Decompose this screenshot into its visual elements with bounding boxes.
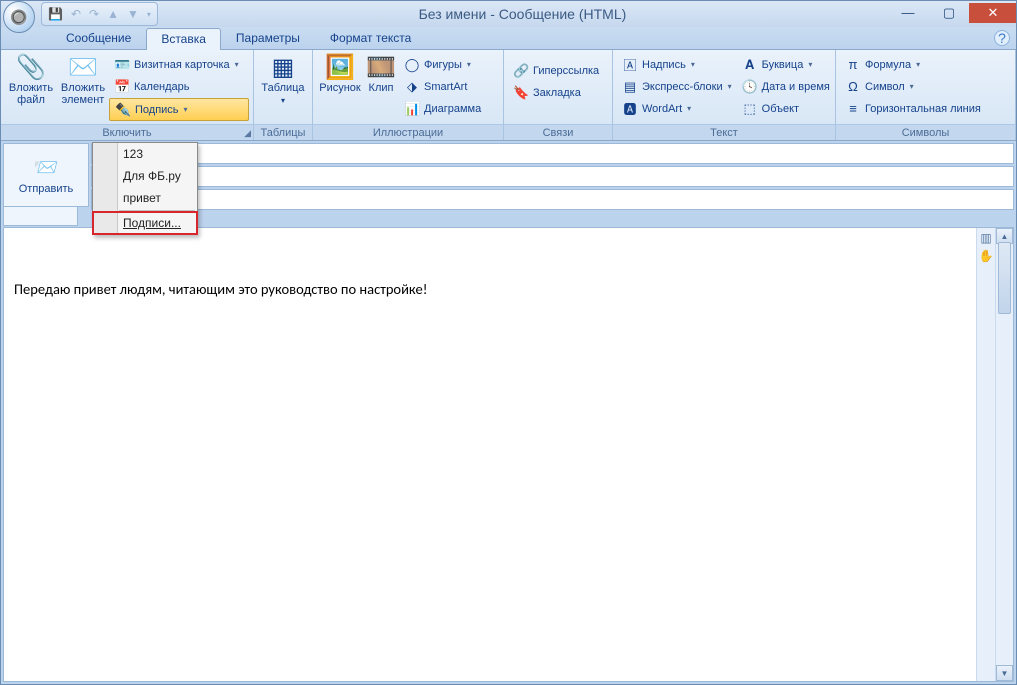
calendar-icon: 📅 (114, 79, 130, 95)
prev-icon[interactable]: ▲ (107, 7, 119, 21)
tab-options[interactable]: Параметры (221, 27, 315, 49)
chart-icon: 📊 (404, 101, 420, 117)
picture-icon: 🖼️ (325, 56, 355, 80)
save-icon[interactable]: 💾 (48, 7, 63, 21)
window-title: Без имени - Сообщение (HTML) (158, 6, 887, 22)
textbox-icon: 🄰 (622, 55, 638, 74)
envelope-icon: ✉️ (68, 56, 98, 80)
subject-label-area (3, 207, 78, 226)
qat-dropdown-icon[interactable]: ▾ (147, 10, 151, 19)
clipart-button[interactable]: 🎞️ Клип (363, 52, 399, 124)
scroll-thumb[interactable] (998, 242, 1011, 314)
card-icon: 🪪 (114, 57, 130, 73)
message-body[interactable]: Передаю привет людям, читающим это руков… (4, 228, 976, 681)
object-button[interactable]: ⬚Объект (737, 98, 835, 119)
tab-format[interactable]: Формат текста (315, 27, 426, 49)
datetime-button[interactable]: 🕓Дата и время (737, 76, 835, 97)
blocks-icon: ▤ (622, 79, 638, 95)
chevron-down-icon: ▾ (235, 60, 239, 69)
vertical-scrollbar[interactable]: ▲ ▼ (995, 228, 1013, 681)
shapes-icon: ◯ (404, 57, 420, 73)
minimize-button[interactable]: — (887, 3, 928, 23)
table-button[interactable]: ▦ Таблица ▾ (258, 52, 308, 124)
office-button[interactable]: 🔘 (3, 1, 35, 33)
signature-item-privet[interactable]: привет (93, 187, 197, 209)
group-label-include: Включить◢ (1, 124, 253, 140)
dropcap-icon: 𝐀 (742, 57, 758, 73)
object-icon: ⬚ (742, 101, 758, 117)
dropcap-button[interactable]: 𝐀Буквица▾ (737, 54, 835, 75)
scroll-down-button[interactable]: ▼ (996, 665, 1013, 681)
signature-item-fb[interactable]: Для ФБ.ру (93, 165, 197, 187)
group-label-tables: Таблицы (254, 124, 312, 140)
quick-access-toolbar: 💾 ↶ ↷ ▲ ▼ ▾ (41, 2, 158, 26)
close-button[interactable]: ✕ (969, 3, 1016, 23)
bookmark-icon: 🔖 (513, 85, 529, 101)
maximize-button[interactable]: ▢ (928, 3, 969, 23)
paperclip-icon: 📎 (16, 56, 46, 80)
formula-button[interactable]: πФормула▾ (840, 54, 986, 75)
table-icon: ▦ (272, 56, 295, 80)
chevron-down-icon: ▾ (281, 96, 285, 105)
chart-button[interactable]: 📊Диаграмма (399, 98, 486, 119)
signature-item-signatures[interactable]: Подписи... (93, 212, 197, 234)
redo-icon[interactable]: ↷ (89, 7, 99, 21)
business-card-button[interactable]: 🪪 Визитная карточка▾ (109, 54, 249, 75)
hr-button[interactable]: ≡Горизонтальная линия (840, 98, 986, 119)
group-label-illus: Иллюстрации (313, 124, 503, 140)
subject-field[interactable] (91, 189, 1014, 210)
quickparts-button[interactable]: ▤Экспресс-блоки▾ (617, 76, 737, 97)
clip-icon: 🎞️ (366, 56, 396, 80)
cc-field[interactable] (91, 166, 1014, 187)
signature-item-123[interactable]: 123 (93, 143, 197, 165)
undo-icon[interactable]: ↶ (71, 7, 81, 21)
group-label-links: Связи (504, 124, 612, 140)
send-button[interactable]: 📨 Отправить (3, 143, 89, 207)
chevron-down-icon: ▾ (184, 105, 188, 114)
calendar-button[interactable]: 📅 Календарь (109, 76, 249, 97)
tab-insert[interactable]: Вставка (146, 28, 221, 50)
signature-menu: 123 Для ФБ.ру привет Подписи... (92, 142, 198, 235)
title-bar: 🔘 💾 ↶ ↷ ▲ ▼ ▾ Без имени - Сообщение (HTM… (1, 1, 1016, 27)
body-side-tools: ▥ ✋ (976, 228, 995, 681)
signature-button[interactable]: ✒️ Подпись▾ (109, 98, 249, 121)
ribbon: 📎 Вложить файл ✉️ Вложить элемент 🪪 Визи… (1, 50, 1016, 141)
hyperlink-button[interactable]: 🔗Гиперссылка (508, 60, 604, 81)
wordart-button[interactable]: 🅰WordArt▾ (617, 98, 737, 119)
symbol-icon: Ω (845, 79, 861, 94)
hyperlink-icon: 🔗 (513, 63, 529, 79)
symbol-button[interactable]: ΩСимвол▾ (840, 76, 986, 97)
send-icon: 📨 (34, 155, 59, 180)
dialog-launcher-icon[interactable]: ◢ (244, 128, 251, 139)
ribbon-tabs: Сообщение Вставка Параметры Формат текст… (1, 27, 1016, 50)
next-icon[interactable]: ▼ (127, 7, 139, 21)
hr-icon: ≡ (845, 101, 861, 116)
picture-button[interactable]: 🖼️ Рисунок (317, 52, 363, 124)
smartart-button[interactable]: ⬗SmartArt (399, 76, 486, 97)
pen-icon: ✒️ (115, 102, 131, 118)
smartart-icon: ⬗ (404, 79, 420, 95)
datetime-icon: 🕓 (742, 79, 758, 95)
group-label-text: Текст (613, 124, 835, 140)
wordart-icon: 🅰 (622, 99, 638, 118)
ruler-icon[interactable]: ▥ (980, 231, 991, 245)
formula-icon: π (845, 57, 861, 72)
bookmark-button[interactable]: 🔖Закладка (508, 82, 604, 103)
attach-file-button[interactable]: 📎 Вложить файл (5, 52, 57, 124)
hand-icon[interactable]: ✋ (979, 249, 994, 263)
textbox-button[interactable]: 🄰Надпись▾ (617, 54, 737, 75)
group-label-symbols: Символы (836, 124, 1015, 140)
to-field[interactable] (91, 143, 1014, 164)
attach-item-button[interactable]: ✉️ Вложить элемент (57, 52, 109, 124)
help-icon[interactable]: ? (994, 30, 1010, 46)
shapes-button[interactable]: ◯Фигуры▾ (399, 54, 486, 75)
tab-message[interactable]: Сообщение (51, 27, 146, 49)
